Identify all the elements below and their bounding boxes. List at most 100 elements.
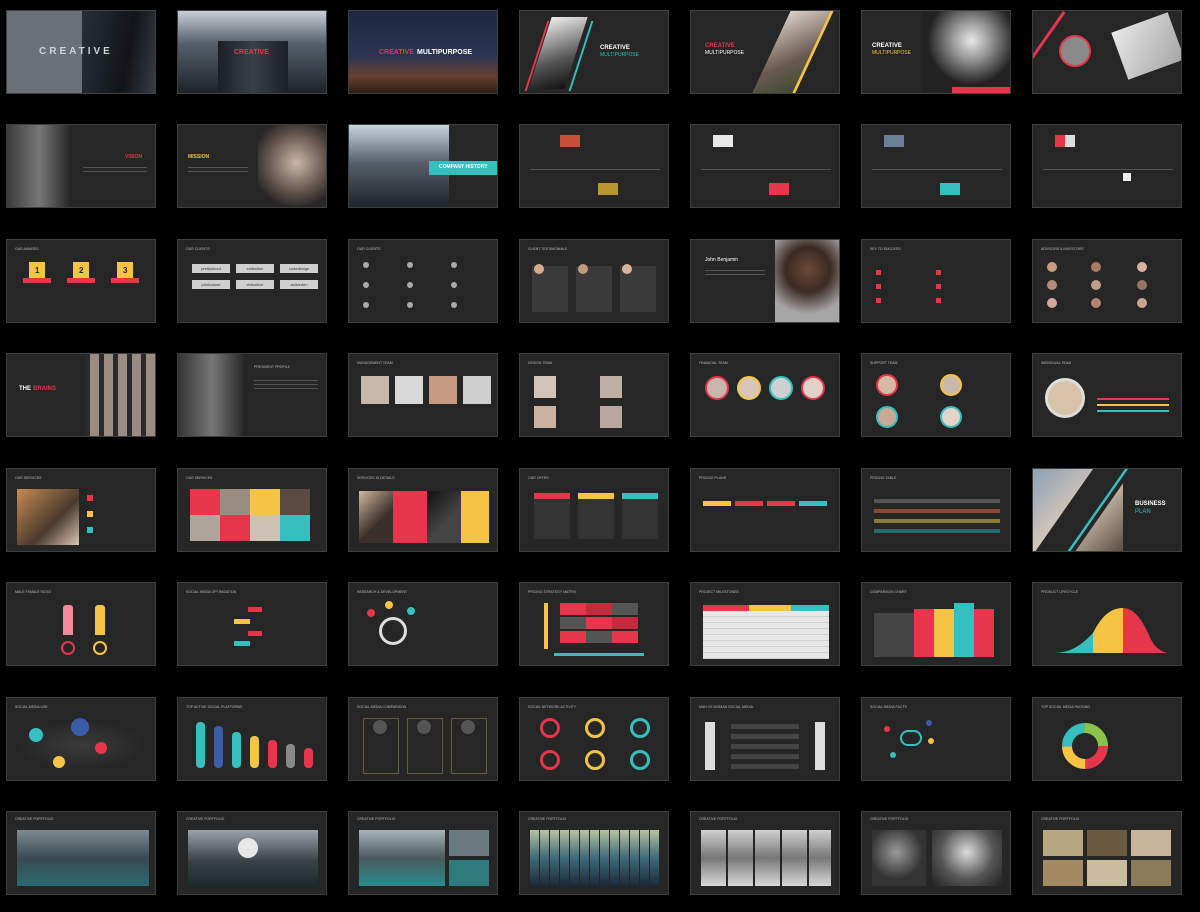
slide-2-7[interactable]	[1032, 124, 1182, 208]
slide-7-3[interactable]: SOCIAL MEDIA COMPARISON	[348, 697, 498, 781]
slide-title-b: BRAINS	[33, 386, 57, 392]
activity-ring	[630, 750, 650, 770]
slide-title: MAN VS WOMAN SOCIAL MEDIA	[699, 705, 753, 709]
slide-title: SERVICES IN DETAILS	[357, 476, 395, 480]
slide-5-7[interactable]: BUSINESS PLAN	[1032, 468, 1182, 552]
team-photo	[534, 376, 556, 398]
slide-4-6[interactable]: SUPPORT TEAM	[861, 353, 1011, 437]
slide-8-2[interactable]: CREATIVE PORTFOLIO	[177, 811, 327, 895]
slide-8-5[interactable]: CREATIVE PORTFOLIO	[690, 811, 840, 895]
slide-7-6[interactable]: SOCIAL MEDIA FACTS	[861, 697, 1011, 781]
facts-icon	[884, 726, 890, 732]
client-icon	[407, 302, 413, 308]
slide-3-1[interactable]: OUR AWARDS 1 2 3	[6, 239, 156, 323]
slide-7-4[interactable]: SOCIAL NETWORK ACTIVITY	[519, 697, 669, 781]
service-tile	[250, 489, 280, 515]
portfolio-photo	[359, 830, 445, 886]
icon	[936, 270, 941, 275]
text-line	[83, 167, 147, 168]
facts-icon	[928, 738, 934, 744]
avatar	[1137, 298, 1147, 308]
award-ribbon	[111, 278, 139, 283]
platform-bar	[304, 748, 313, 768]
slide-5-6[interactable]: PRICING TABLE	[861, 468, 1011, 552]
slide-4-1[interactable]: THE BRAINS	[6, 353, 156, 437]
slide-1-6[interactable]: CREATIVE MULTIPURPOSE	[861, 10, 1011, 94]
slide-1-3[interactable]: CREATIVE MULTIPURPOSE	[348, 10, 498, 94]
slide-6-5[interactable]: PROJECT MILESTONES	[690, 582, 840, 666]
slide-4-5[interactable]: FINANCIAL TEAM	[690, 353, 840, 437]
slide-title: COMPANY HISTORY	[439, 164, 488, 170]
platform-bar	[250, 736, 259, 768]
slide-5-2[interactable]: OUR SERVICES	[177, 468, 327, 552]
slide-3-7[interactable]: ADVISORS & INVESTORS	[1032, 239, 1182, 323]
slide-title: CREATIVE PORTFOLIO	[15, 817, 54, 821]
slide-4-7[interactable]: INDIVIDUAL TEAM	[1032, 353, 1182, 437]
slide-4-4[interactable]: DESIGN TEAM	[519, 353, 669, 437]
portfolio-photo	[530, 830, 660, 886]
slide-4-2[interactable]: PRESIDENT PROFILE	[177, 353, 327, 437]
slide-2-6[interactable]	[861, 124, 1011, 208]
slide-2-5[interactable]	[690, 124, 840, 208]
portfolio-photo	[449, 860, 489, 886]
team-avatar	[876, 374, 898, 396]
team-photo	[361, 376, 389, 404]
magnifier-icon	[379, 617, 407, 645]
client-logo: codedesign	[280, 264, 318, 273]
slide-7-7[interactable]: TOP SOCIAL MEDIA PACKING	[1032, 697, 1182, 781]
timeline-photo	[598, 183, 618, 195]
slide-title: OUR CLIENTS	[186, 247, 210, 251]
slide-title: PRICING TABLE	[870, 476, 897, 480]
text-line	[83, 171, 147, 172]
matrix-cell	[586, 617, 612, 629]
slide-title: SOCIAL MEDIA OPTIMIZATION	[186, 590, 237, 594]
slide-title-a: CREATIVE	[379, 49, 414, 56]
slide-3-5[interactable]: John Benjamin	[690, 239, 840, 323]
slide-7-1[interactable]: SOCIAL MEDIA USE	[6, 697, 156, 781]
slide-5-3[interactable]: SERVICES IN DETAILS	[348, 468, 498, 552]
slide-6-3[interactable]: RESEARCH & DEVELOPMENT	[348, 582, 498, 666]
table-row	[874, 519, 1000, 523]
slide-6-4[interactable]: PRICING STRATEGY MATRIX	[519, 582, 669, 666]
slide-8-4[interactable]: CREATIVE PORTFOLIO	[519, 811, 669, 895]
slide-3-4[interactable]: CLIENT TESTIMONIALS	[519, 239, 669, 323]
slide-6-7[interactable]: PRODUCT LIFECYCLE	[1032, 582, 1182, 666]
slide-2-4[interactable]	[519, 124, 669, 208]
slide-8-7[interactable]: CREATIVE PORTFOLIO	[1032, 811, 1182, 895]
team-photo	[600, 406, 622, 428]
slide-6-2[interactable]: SOCIAL MEDIA OPTIMIZATION	[177, 582, 327, 666]
slide-1-5[interactable]: CREATIVE MULTIPURPOSE	[690, 10, 840, 94]
slide-6-6[interactable]: COMPARISON CHART	[861, 582, 1011, 666]
slide-8-1[interactable]: CREATIVE PORTFOLIO	[6, 811, 156, 895]
slide-4-3[interactable]: MANAGEMENT TEAM	[348, 353, 498, 437]
slide-1-1[interactable]: CREATIVE	[6, 10, 156, 94]
timeline	[872, 169, 1002, 170]
linkedin-icon	[53, 756, 65, 768]
slide-8-6[interactable]: CREATIVE PORTFOLIO	[861, 811, 1011, 895]
slide-3-6[interactable]: KEY TO SUCCESS	[861, 239, 1011, 323]
slide-1-7[interactable]	[1032, 10, 1182, 94]
slide-7-5[interactable]: MAN VS WOMAN SOCIAL MEDIA	[690, 697, 840, 781]
slide-1-2[interactable]: CREATIVE	[177, 10, 327, 94]
comparison-column	[974, 609, 994, 657]
award-rank: 2	[79, 266, 84, 275]
slide-2-1[interactable]: VISION	[6, 124, 156, 208]
person-photo	[775, 240, 839, 322]
slide-title: OUR SERVICES	[186, 476, 213, 480]
slide-1-4[interactable]: CREATIVE MULTIPURPOSE	[519, 10, 669, 94]
slide-3-3[interactable]: OUR CLIENTS	[348, 239, 498, 323]
text-line	[705, 274, 765, 275]
slide-2-2[interactable]: MISSION	[177, 124, 327, 208]
team-avatar	[940, 374, 962, 396]
slide-title: KEY TO SUCCESS	[870, 247, 901, 251]
matrix-cell	[560, 631, 586, 643]
slide-5-5[interactable]: PRICING PLANS	[690, 468, 840, 552]
slide-6-1[interactable]: MALE FEMALE RATIO	[6, 582, 156, 666]
slide-3-2[interactable]: OUR CLIENTS prettyshoot collection coded…	[177, 239, 327, 323]
slide-8-3[interactable]: CREATIVE PORTFOLIO	[348, 811, 498, 895]
slide-5-1[interactable]: OUR SERVICES	[6, 468, 156, 552]
slide-7-2[interactable]: TOP ACTIVE SOCIAL PLATFORMS	[177, 697, 327, 781]
slide-5-4[interactable]: OUR OFFER	[519, 468, 669, 552]
slide-2-3[interactable]: COMPANY HISTORY	[348, 124, 498, 208]
offer-card	[534, 499, 570, 539]
